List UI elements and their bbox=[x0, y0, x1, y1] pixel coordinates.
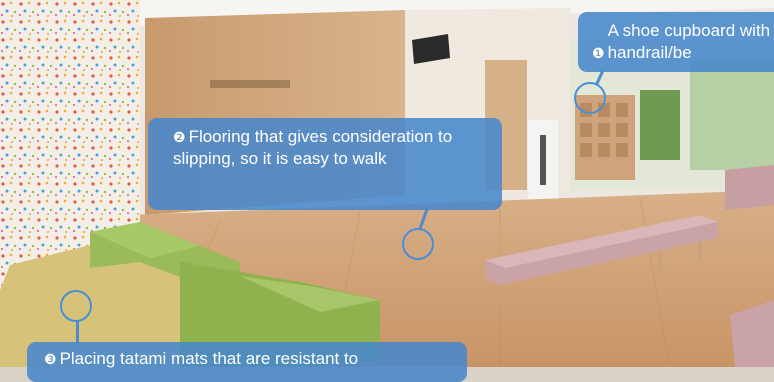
callout-flooring: ❷ Flooring that gives consideration to sl… bbox=[148, 118, 502, 210]
callout-pointer-3 bbox=[76, 320, 79, 344]
marker-ring-1 bbox=[574, 82, 606, 114]
callout-number-2: ❷ bbox=[173, 129, 186, 145]
callout-shoe-cupboard: ❶A shoe cupboard with a handrail/be bbox=[578, 12, 774, 72]
callout-number-3: ❸ bbox=[44, 351, 57, 367]
callout-text-2: Flooring that gives consideration to sli… bbox=[173, 127, 453, 168]
marker-ring-2 bbox=[402, 228, 434, 260]
callout-text-1: A shoe cupboard with a handrail/be bbox=[607, 21, 774, 62]
callout-text-3: Placing tatami mats that are resistant t… bbox=[59, 349, 359, 368]
callout-number-1: ❶ bbox=[592, 45, 605, 61]
marker-ring-3 bbox=[60, 290, 92, 322]
callout-tatami: ❸ Placing tatami mats that are resistant … bbox=[27, 342, 467, 382]
